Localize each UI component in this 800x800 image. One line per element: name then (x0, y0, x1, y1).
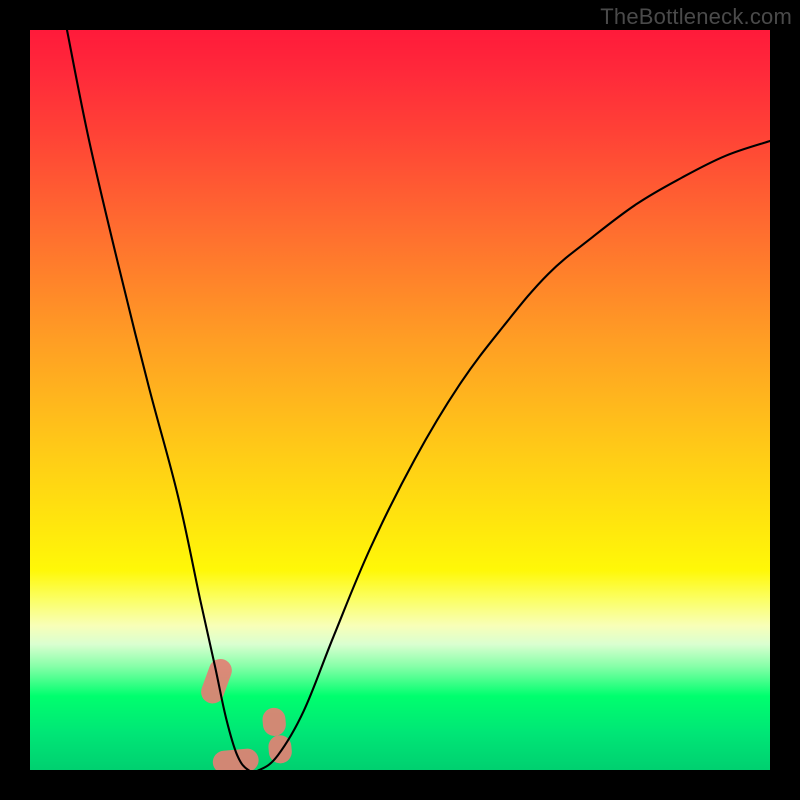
marker-right-upper (262, 707, 287, 737)
curve-layer (30, 30, 770, 770)
chart-frame: TheBottleneck.com (0, 0, 800, 800)
watermark-text: TheBottleneck.com (600, 4, 792, 30)
bottleneck-curve (67, 30, 770, 770)
marker-left-upper (198, 656, 235, 707)
plot-area (30, 30, 770, 770)
